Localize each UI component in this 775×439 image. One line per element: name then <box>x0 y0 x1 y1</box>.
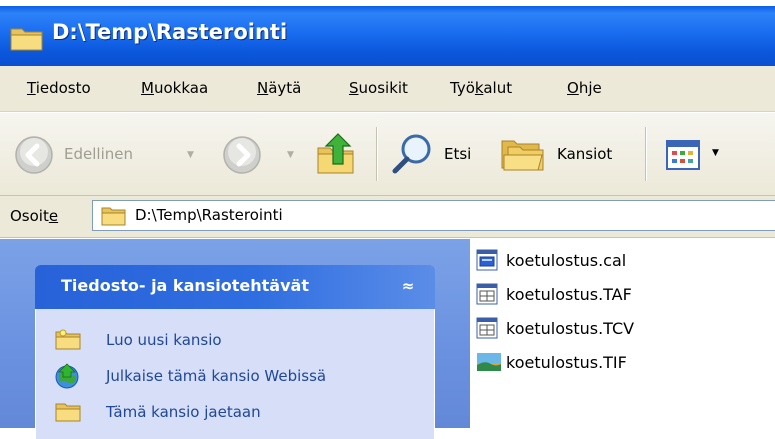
menu-label: iedosto <box>35 79 91 97</box>
file-name: koetulostus.cal <box>506 251 627 270</box>
menu-label: alut <box>483 79 513 97</box>
folder-icon <box>10 24 44 56</box>
task-panel-body: Luo uusi kansio Julkaise tämä kansio Web… <box>35 309 435 439</box>
menu-tools[interactable]: Työkalut <box>450 79 512 97</box>
up-folder-icon <box>317 133 354 174</box>
menu-label-pre: Työ <box>450 79 475 97</box>
up-folder-button[interactable] <box>316 130 360 180</box>
folders-button[interactable] <box>500 133 546 177</box>
menu-accel: M <box>141 79 154 97</box>
task-link-label: Julkaise tämä kansio Webissä <box>106 367 327 385</box>
folders-label: Kansiot <box>557 145 613 163</box>
menu-edit[interactable]: Muokkaa <box>141 79 208 97</box>
address-path: D:\Temp\Rasterointi <box>135 206 283 224</box>
toolbar-separator <box>376 127 378 181</box>
address-field[interactable]: D:\Temp\Rasterointi <box>92 200 775 231</box>
search-icon <box>392 134 431 174</box>
search-label: Etsi <box>444 145 472 163</box>
menu-view[interactable]: Näytä <box>257 79 301 97</box>
forward-button[interactable] <box>222 135 262 179</box>
search-button[interactable] <box>390 131 434 179</box>
menu-label: uosikit <box>358 79 408 97</box>
file-name: koetulostus.TAF <box>506 285 632 304</box>
task-panel-header[interactable]: Tiedosto- ja kansiotehtävät ≈ <box>35 265 435 309</box>
back-label: Edellinen <box>64 145 133 163</box>
forward-dropdown-icon[interactable]: ▼ <box>287 150 294 160</box>
task-link-label: Luo uusi kansio <box>106 331 222 349</box>
taf-file-icon <box>476 283 498 309</box>
address-label-accel: e <box>48 207 59 225</box>
toolbar-separator <box>645 127 647 181</box>
address-label: Osoite <box>10 207 58 225</box>
menu-accel: T <box>27 79 36 97</box>
views-button[interactable] <box>666 140 700 174</box>
file-list: koetulostus.cal koetulostus.TAF koetulos… <box>470 239 775 428</box>
address-bar: Osoite D:\Temp\Rasterointi <box>0 196 775 238</box>
menu-label: hje <box>578 79 602 97</box>
tif-image-icon <box>476 351 502 377</box>
menu-label: äytä <box>268 79 302 97</box>
task-link-label: Tämä kansio jaetaan <box>106 403 261 421</box>
window-title: D:\Temp\Rasterointi <box>52 20 288 44</box>
new-folder-icon <box>54 327 82 355</box>
views-dropdown-icon[interactable]: ▼ <box>712 148 719 158</box>
file-name: koetulostus.TCV <box>506 319 635 338</box>
cal-file-icon <box>476 249 498 275</box>
file-name: koetulostus.TIF <box>506 353 627 372</box>
toolbar: Edellinen ▼ ▼ Etsi Kansiot ▼ <box>0 112 775 196</box>
menu-accel: O <box>567 79 579 97</box>
menu-accel: S <box>349 79 359 97</box>
collapse-chevron-icon[interactable]: ≈ <box>397 276 419 298</box>
menu-help[interactable]: Ohje <box>567 79 602 97</box>
menu-accel: N <box>257 79 269 97</box>
tcv-file-icon <box>476 317 498 343</box>
menu-bar: Tiedosto Muokkaa Näytä Suosikit Työkalut… <box>0 66 775 112</box>
forward-arrow-icon <box>223 136 261 174</box>
task-panel-title: Tiedosto- ja kansiotehtävät <box>61 276 309 295</box>
menu-label: uokkaa <box>153 79 209 97</box>
publish-web-icon <box>54 363 82 393</box>
back-dropdown-icon[interactable]: ▼ <box>187 150 194 160</box>
shared-folder-icon <box>54 399 82 427</box>
views-grid-icon <box>666 140 700 170</box>
folder-icon <box>101 205 127 231</box>
title-bar[interactable]: D:\Temp\Rasterointi <box>0 0 775 66</box>
menu-file[interactable]: Tiedosto <box>27 79 91 97</box>
menu-favorites[interactable]: Suosikit <box>349 79 408 97</box>
folders-icon <box>501 140 544 171</box>
back-arrow-icon <box>15 136 53 174</box>
task-pane: Tiedosto- ja kansiotehtävät ≈ Luo uusi k… <box>0 239 470 439</box>
back-button[interactable] <box>14 135 54 179</box>
address-label-text: Osoit <box>10 207 49 225</box>
